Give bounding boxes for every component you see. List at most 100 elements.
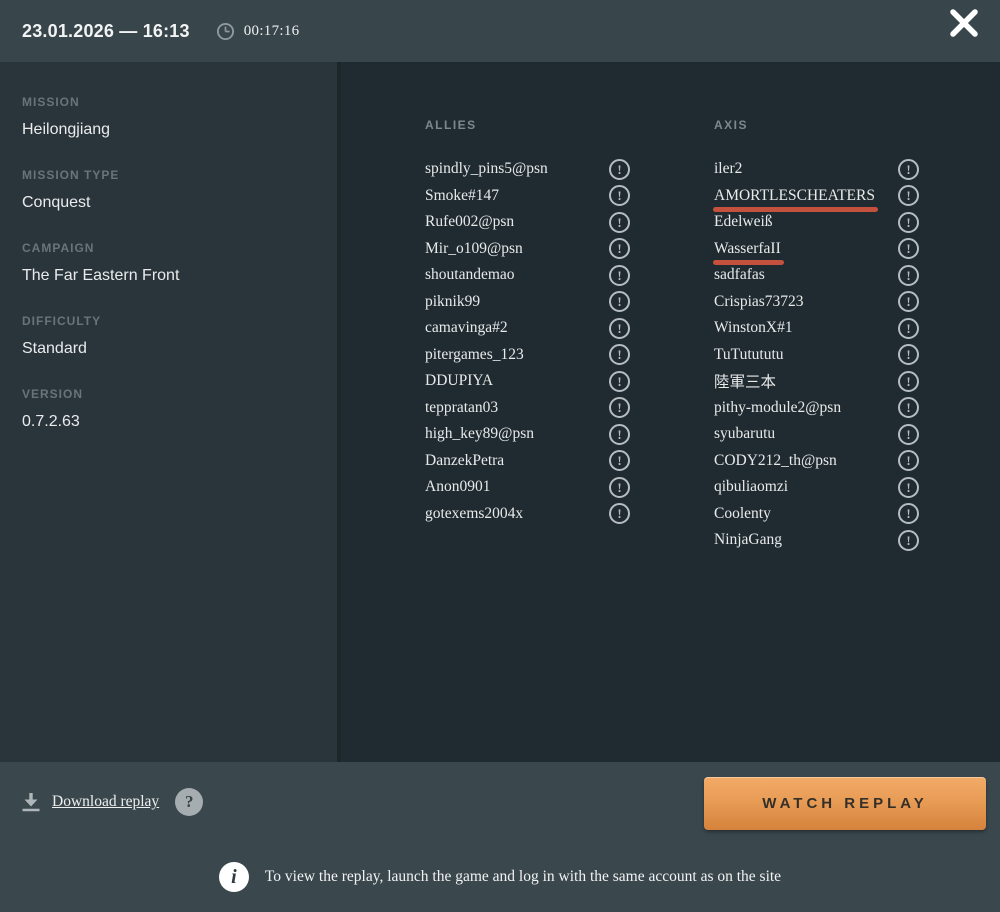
player-report-exclamation-icon[interactable]: ! [898,397,919,419]
player-report-exclamation-icon[interactable]: ! [609,397,630,419]
player-row: Mir_o109@psn ! [425,236,630,263]
exclamation-glyph: ! [617,214,622,230]
help-question-icon[interactable]: ? [175,788,204,816]
mission-info-section: MISSION TYPE Conquest [22,169,317,212]
player-report-exclamation-icon[interactable]: ! [609,291,630,313]
exclamation-glyph: ! [906,479,911,495]
player-report-exclamation-icon[interactable]: ! [898,211,919,233]
player-report-exclamation-icon[interactable]: ! [898,264,919,286]
allies-column: ALLIES spindly_pins5@psn ! Smoke#147 ! R… [425,119,630,762]
close-icon [949,8,979,41]
mission-info-label: CAMPAIGN [22,241,95,255]
player-report-exclamation-icon[interactable]: ! [609,185,630,207]
mission-info-sidebar: MISSION Heilongjiang MISSION TYPE Conque… [0,62,337,762]
exclamation-glyph: ! [906,320,911,336]
player-report-exclamation-icon[interactable]: ! [609,476,630,498]
info-message: To view the replay, launch the game and … [264,868,782,885]
exclamation-glyph: ! [617,426,622,442]
player-report-exclamation-icon[interactable]: ! [609,370,630,392]
player-name: Edelweiß [714,213,773,231]
mission-info-value: Standard [22,340,87,357]
player-report-exclamation-icon[interactable]: ! [898,317,919,339]
player-report-exclamation-icon[interactable]: ! [898,238,919,260]
mission-info-value: 0.7.2.63 [22,413,80,430]
info-row: i To view the replay, launch the game an… [0,862,1000,892]
replay-duration: 00:17:16 [243,22,300,39]
player-row: 陸軍三本 ! [714,368,919,395]
player-name: NinjaGang [714,531,783,549]
player-row: AMORTLESCHEATERS ! [713,183,919,212]
player-name: iler2 [714,160,743,178]
player-row: Smoke#147 ! [425,183,630,210]
player-name: shoutandemao [425,266,515,284]
player-name: Coolenty [714,504,771,522]
player-name: piknik99 [425,292,481,310]
player-report-exclamation-icon[interactable]: ! [898,158,919,180]
player-name: qibuliaomzi [714,478,789,496]
info-glyph: i [231,865,237,888]
player-report-exclamation-icon[interactable]: ! [609,238,630,260]
exclamation-glyph: ! [906,453,911,469]
player-name: CODY212_th@psn [714,451,837,469]
player-row: spindly_pins5@psn ! [425,156,630,183]
mission-info-label: VERSION [22,387,84,401]
player-name: pithy-module2@psn [714,398,842,416]
player-name: Anon0901 [425,478,491,496]
exclamation-glyph: ! [906,214,911,230]
clock-icon [216,22,235,41]
question-glyph: ? [184,792,194,811]
player-row: DanzekPetra ! [425,448,630,475]
player-name: 陸軍三本 [714,374,777,392]
player-report-exclamation-icon[interactable]: ! [609,423,630,445]
watch-replay-button[interactable]: WATCH REPLAY [704,777,986,830]
player-report-exclamation-icon[interactable]: ! [609,450,630,472]
axis-title: AXIS [714,118,749,132]
mission-info-value: Conquest [22,194,91,211]
player-name: DDUPIYA [425,372,494,390]
player-report-exclamation-icon[interactable]: ! [609,158,630,180]
player-report-exclamation-icon[interactable]: ! [609,317,630,339]
player-report-exclamation-icon[interactable]: ! [898,476,919,498]
exclamation-glyph: ! [906,188,911,204]
player-report-exclamation-icon[interactable]: ! [898,344,919,366]
player-row: pithy-module2@psn ! [714,395,919,422]
exclamation-glyph: ! [617,294,622,310]
exclamation-glyph: ! [617,479,622,495]
player-name: sadfafas [714,266,765,284]
player-row: pitergames_123 ! [425,342,630,369]
player-row: piknik99 ! [425,289,630,316]
player-report-exclamation-icon[interactable]: ! [609,344,630,366]
exclamation-glyph: ! [906,161,911,177]
rosters-panel: ALLIES spindly_pins5@psn ! Smoke#147 ! R… [337,62,1000,762]
player-row: shoutandemao ! [425,262,630,289]
mission-info-section: CAMPAIGN The Far Eastern Front [22,241,317,285]
exclamation-glyph: ! [906,426,911,442]
player-report-exclamation-icon[interactable]: ! [898,185,919,207]
info-icon: i [218,862,249,892]
exclamation-glyph: ! [617,506,622,522]
exclamation-glyph: ! [617,241,622,257]
player-report-exclamation-icon[interactable]: ! [898,503,919,525]
player-report-exclamation-icon[interactable]: ! [898,450,919,472]
player-row: NinjaGang ! [714,527,919,554]
player-report-exclamation-icon[interactable]: ! [898,529,919,551]
player-row: gotexems2004x ! [425,501,630,528]
player-row: qibuliaomzi ! [714,474,919,501]
header-bar: 23.01.2026 — 16:13 00:17:16 [0,0,1000,62]
player-report-exclamation-icon[interactable]: ! [898,370,919,392]
player-report-exclamation-icon[interactable]: ! [898,423,919,445]
exclamation-glyph: ! [617,188,622,204]
exclamation-glyph: ! [617,161,622,177]
replay-details-dialog: 23.01.2026 — 16:13 00:17:16 MISSION Heil… [0,0,1000,912]
mission-info-section: DIFFICULTY Standard [22,314,317,358]
dialog-body: MISSION Heilongjiang MISSION TYPE Conque… [0,62,1000,762]
player-report-exclamation-icon[interactable]: ! [609,264,630,286]
player-report-exclamation-icon[interactable]: ! [898,291,919,313]
player-report-exclamation-icon[interactable]: ! [609,211,630,233]
player-name: WasserfaII [713,239,784,265]
download-replay-link[interactable]: Download replay [52,793,159,811]
replay-date-time: 23.01.2026 — 16:13 [22,20,190,41]
mission-info-label: DIFFICULTY [22,314,102,328]
player-report-exclamation-icon[interactable]: ! [609,503,630,525]
close-button[interactable] [946,6,982,42]
